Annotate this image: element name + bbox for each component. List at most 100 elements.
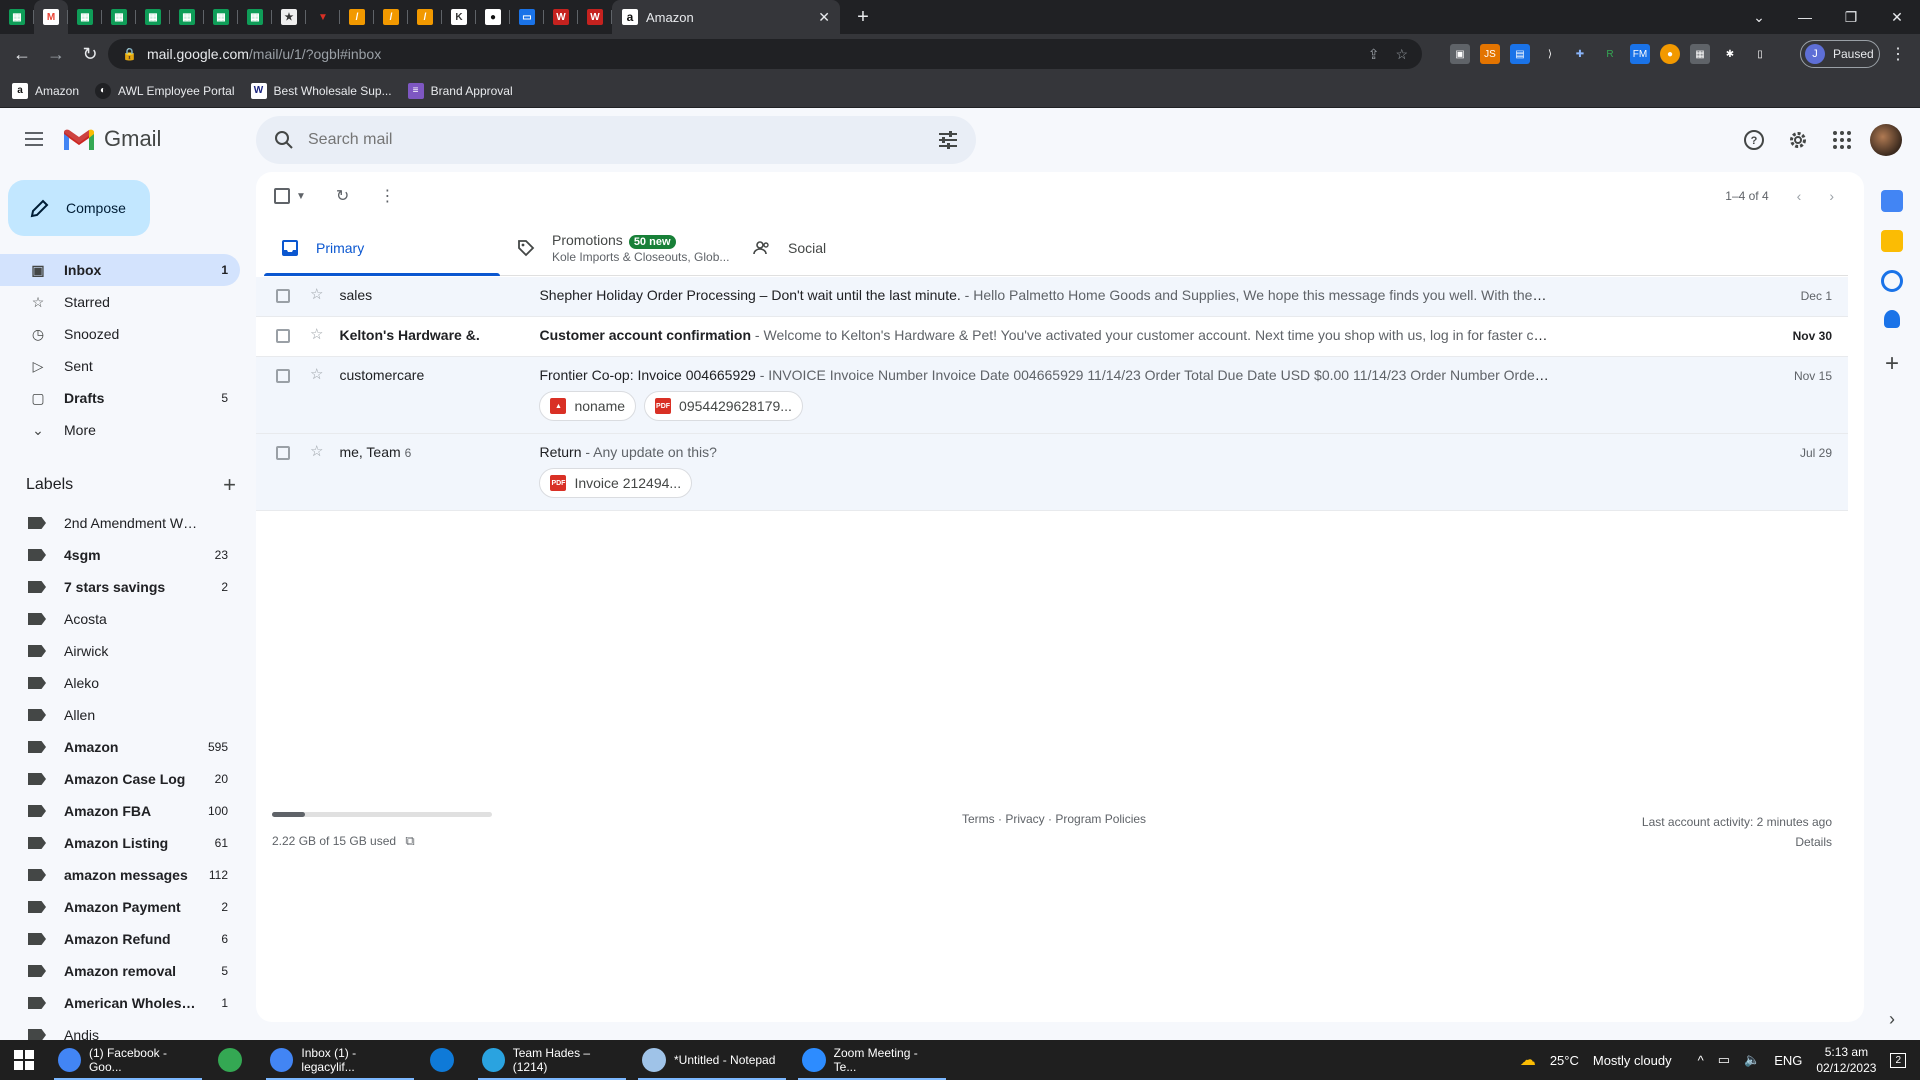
label-item[interactable]: Amazon Listing 61: [0, 827, 256, 859]
tab-gmail[interactable]: M: [34, 0, 68, 34]
taskbar-app[interactable]: [208, 1040, 260, 1080]
tasks-icon[interactable]: [1881, 270, 1903, 292]
label-item[interactable]: 4sgm 23: [0, 539, 256, 571]
star-icon[interactable]: ☆: [310, 287, 323, 303]
select-all-checkbox[interactable]: [274, 188, 290, 204]
label-item[interactable]: Amazon FBA 100: [0, 795, 256, 827]
attachment-chip[interactable]: PDF 0954429628179...: [644, 391, 803, 421]
calendar-icon[interactable]: [1881, 190, 1903, 212]
email-checkbox[interactable]: [276, 289, 290, 303]
star-icon[interactable]: ☆: [310, 327, 323, 343]
bookmark-amazon[interactable]: a Amazon: [12, 82, 79, 99]
extension-icon[interactable]: R: [1600, 44, 1620, 64]
tab-social[interactable]: Social: [736, 220, 972, 276]
details-link[interactable]: Details: [1642, 832, 1832, 852]
label-item[interactable]: Aleko: [0, 667, 256, 699]
nav-starred[interactable]: ☆ Starred: [0, 286, 240, 318]
extension-icon[interactable]: ▤: [1510, 44, 1530, 64]
email-row[interactable]: ☆ Kelton's Hardware &. Customer account c…: [256, 317, 1848, 357]
label-item[interactable]: Amazon Refund 6: [0, 923, 256, 955]
tab-search-icon[interactable]: ⌄: [1736, 9, 1782, 26]
star-icon[interactable]: ☆: [310, 444, 323, 460]
chevron-left-icon[interactable]: ‹: [1797, 188, 1802, 204]
address-bar[interactable]: 🔒 mail.google.com /mail/u/1/?ogbl#inbox …: [108, 39, 1422, 69]
account-avatar[interactable]: [1870, 124, 1902, 156]
gmail-logo[interactable]: Gmail: [62, 126, 161, 152]
nav-inbox[interactable]: ▣ Inbox 1: [0, 254, 240, 286]
apps-grid-icon[interactable]: [1820, 118, 1864, 162]
more-options-icon[interactable]: ⋮: [379, 186, 395, 206]
tab-site-7[interactable]: ●: [476, 0, 510, 34]
share-icon[interactable]: ⇪: [1368, 46, 1380, 63]
keep-icon[interactable]: [1881, 230, 1903, 252]
label-item[interactable]: Allen: [0, 699, 256, 731]
network-icon[interactable]: ▭: [1718, 1052, 1730, 1068]
refresh-icon[interactable]: ↻: [336, 186, 349, 206]
tab-site-5[interactable]: /: [408, 0, 442, 34]
main-menu-icon[interactable]: [22, 128, 46, 152]
extension-icon[interactable]: FM: [1630, 44, 1650, 64]
select-menu-caret-icon[interactable]: ▼: [296, 191, 306, 202]
label-item[interactable]: Andis: [0, 1019, 256, 1040]
label-item[interactable]: 2nd Amendment Whole...: [0, 507, 256, 539]
compose-button[interactable]: Compose: [8, 180, 150, 236]
bookmark-awl[interactable]: ◐ AWL Employee Portal: [95, 82, 235, 99]
tab-sheets-4[interactable]: ▦: [136, 0, 170, 34]
forward-button[interactable]: →: [42, 44, 70, 65]
clock[interactable]: 5:13 am 02/12/2023: [1816, 1044, 1876, 1076]
profile-button[interactable]: J Paused: [1800, 40, 1880, 68]
restore-button[interactable]: ❐: [1828, 9, 1874, 26]
open-in-new-icon[interactable]: ⧉: [405, 833, 414, 848]
side-panel-icon[interactable]: ▯: [1750, 44, 1770, 64]
attachment-chip[interactable]: PDF Invoice 212494...: [539, 468, 693, 498]
chevron-right-icon[interactable]: ›: [1864, 1009, 1920, 1030]
tab-site-1[interactable]: ★: [272, 0, 306, 34]
label-item[interactable]: Amazon 595: [0, 731, 256, 763]
weather-temp[interactable]: 25°C: [1550, 1053, 1579, 1068]
close-window-button[interactable]: ✕: [1874, 9, 1920, 26]
tab-amazon[interactable]: a Amazon ✕: [612, 0, 840, 34]
label-item[interactable]: Acosta: [0, 603, 256, 635]
taskbar-app[interactable]: Inbox (1) - legacylif...: [260, 1040, 420, 1080]
extension-icon[interactable]: ▣: [1450, 44, 1470, 64]
extension-icon[interactable]: ●: [1660, 44, 1680, 64]
bookmark-brand-approval[interactable]: ≡ Brand Approval: [407, 82, 513, 99]
windows-start-icon[interactable]: [14, 1050, 34, 1070]
chevron-right-icon[interactable]: ›: [1829, 188, 1834, 204]
search-options-icon[interactable]: [936, 128, 960, 152]
taskbar-app[interactable]: *Untitled - Notepad: [632, 1040, 792, 1080]
email-row[interactable]: ☆ customercare Frontier Co-op: Invoice 00…: [256, 357, 1848, 434]
bookmark-star-icon[interactable]: ☆: [1395, 46, 1408, 63]
taskbar-app[interactable]: [420, 1040, 472, 1080]
get-addons-icon[interactable]: +: [1864, 350, 1920, 378]
email-row[interactable]: ☆ sales Shepher Holiday Order Processing …: [256, 277, 1848, 317]
label-item[interactable]: Airwick: [0, 635, 256, 667]
label-item[interactable]: American Wholesal... 1: [0, 987, 256, 1019]
settings-gear-icon[interactable]: [1776, 118, 1820, 162]
back-button[interactable]: ←: [8, 44, 36, 65]
extension-icon[interactable]: ✚: [1570, 44, 1590, 64]
tab-primary[interactable]: Primary: [264, 220, 500, 276]
nav-sent[interactable]: ▷ Sent: [0, 350, 240, 382]
support-icon[interactable]: ?: [1732, 118, 1776, 162]
email-row[interactable]: ☆ me, Team 6 Return - Any update on this? P…: [256, 434, 1848, 511]
label-item[interactable]: 7 stars savings 2: [0, 571, 256, 603]
nav-snoozed[interactable]: ◷ Snoozed: [0, 318, 240, 350]
weather-icon[interactable]: ☁: [1520, 1050, 1536, 1070]
email-checkbox[interactable]: [276, 329, 290, 343]
notifications-icon[interactable]: 2: [1890, 1052, 1906, 1068]
create-label-button[interactable]: +: [223, 472, 236, 498]
tab-site-6[interactable]: K: [442, 0, 476, 34]
terms-link[interactable]: Terms: [962, 812, 995, 826]
extension-icon[interactable]: ▦: [1690, 44, 1710, 64]
browser-menu-icon[interactable]: ⋮: [1890, 44, 1906, 64]
label-item[interactable]: amazon messages 112: [0, 859, 256, 891]
reload-button[interactable]: ↻: [76, 44, 104, 65]
program-policies-link[interactable]: Program Policies: [1055, 812, 1146, 826]
taskbar-app[interactable]: Team Hades – (1214): [472, 1040, 632, 1080]
tab-site-8[interactable]: ▭: [510, 0, 544, 34]
language-indicator[interactable]: ENG: [1774, 1053, 1802, 1068]
search-input[interactable]: [308, 131, 908, 149]
tray-chevron-up-icon[interactable]: ^: [1698, 1053, 1704, 1068]
tab-sheets-7[interactable]: ▦: [238, 0, 272, 34]
